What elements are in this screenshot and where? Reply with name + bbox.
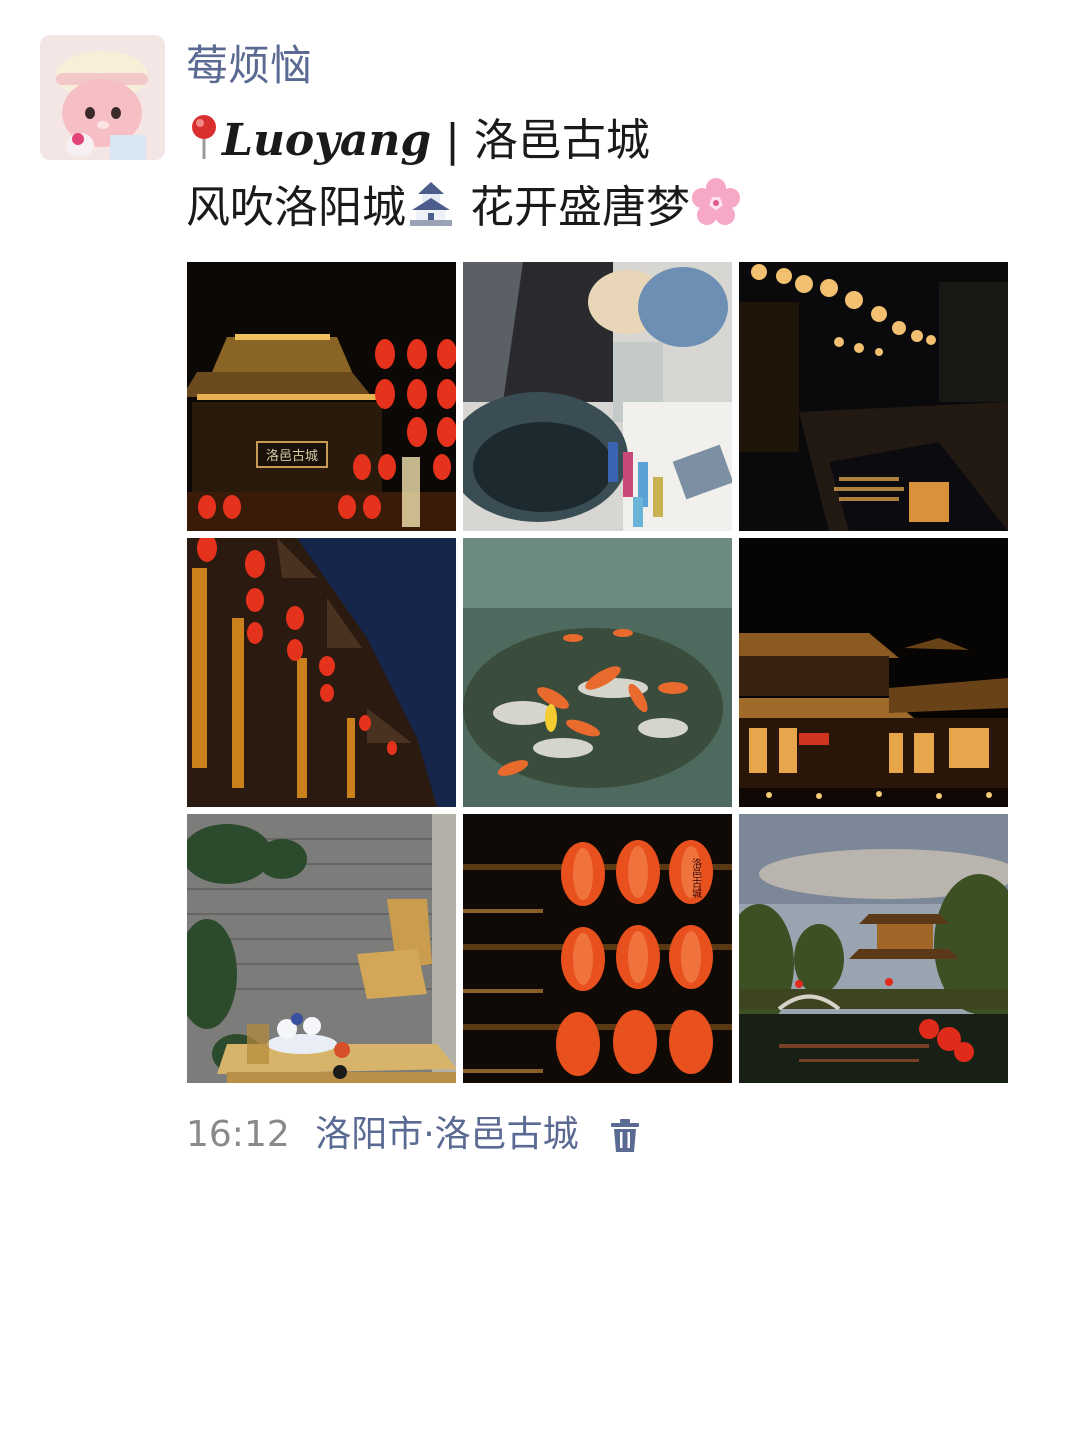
photo-grid: 洛邑古城 洛邑古城	[187, 262, 1008, 1083]
latin-text: Luoyang	[222, 115, 432, 166]
lantern-label: 洛邑古城	[690, 857, 702, 899]
post-meta: 16:12 洛阳市·洛邑古城	[186, 1110, 640, 1160]
photo-red-lantern-rows[interactable]: 洛邑古城	[463, 814, 732, 1083]
username[interactable]: 莓烦恼	[186, 38, 312, 94]
photo-garden-pavilion-pond[interactable]	[739, 814, 1008, 1083]
caption-part2: 花开盛唐梦	[456, 182, 690, 233]
photo-night-gate-lanterns[interactable]: 洛邑古城	[187, 262, 456, 531]
post-text-line1: Luoyang | 洛邑古城	[186, 112, 650, 176]
separator: |	[431, 115, 474, 166]
photo-tower-lanterns-blue-sky[interactable]	[187, 538, 456, 807]
avatar[interactable]	[40, 35, 165, 160]
photo-koi-pond[interactable]	[463, 538, 732, 807]
cherry-blossom-emoji-icon	[690, 176, 742, 243]
caption-part1: 风吹洛阳城	[186, 182, 406, 233]
photo-teahouse-table[interactable]	[187, 814, 456, 1083]
post-location[interactable]: 洛阳市·洛邑古城	[315, 1114, 578, 1155]
post-time: 16:12	[186, 1114, 290, 1155]
gate-sign: 洛邑古城	[266, 449, 318, 464]
post-text-line2: 风吹洛阳城 花开盛唐梦	[186, 176, 742, 243]
chinese-title: 洛邑古城	[473, 115, 650, 166]
photo-lantern-street-canal[interactable]	[739, 262, 1008, 531]
castle-emoji-icon	[406, 178, 456, 243]
photo-calligraphy-paint-desk[interactable]	[463, 262, 732, 531]
pin-icon	[186, 113, 222, 176]
photo-palace-night-lights[interactable]	[739, 538, 1008, 807]
trash-icon[interactable]	[610, 1118, 640, 1168]
plush-toy-avatar-icon	[40, 35, 165, 160]
